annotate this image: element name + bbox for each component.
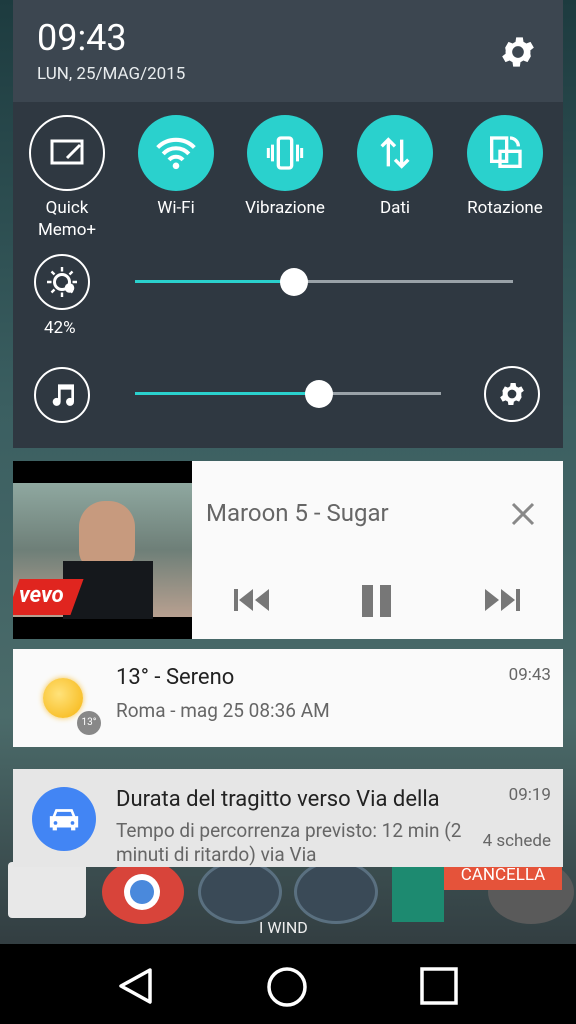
date: LUN, 25/MAG/2015 (37, 64, 186, 84)
tile-label: Quick Memo+ (37, 198, 97, 240)
traffic-body: Tempo di percorrenza previsto: 12 min (2… (116, 819, 462, 866)
tile-rotation[interactable]: Rotazione (450, 115, 560, 219)
play-store-icon[interactable] (8, 862, 86, 918)
back-icon[interactable] (116, 966, 156, 1010)
tile-label: Wi-Fi (157, 198, 195, 218)
song-title: Maroon 5 - Sugar (206, 499, 389, 527)
volume-slider-fill (135, 392, 319, 395)
pause-icon[interactable] (359, 583, 395, 623)
notification-count: 4 schede (482, 831, 551, 851)
temperature-badge: 13° (77, 711, 101, 735)
chrome-icon[interactable] (102, 860, 184, 924)
notification-time: 09:19 (508, 785, 551, 805)
sun-icon (43, 678, 83, 718)
tile-vibration[interactable]: Vibrazione (230, 115, 340, 219)
video-thumbnail: vevo (13, 461, 192, 639)
clock: 09:43 (37, 17, 127, 59)
weather-condition: 13° - Sereno (116, 665, 235, 690)
quickmemo-icon (29, 115, 105, 191)
maps-notification[interactable]: Durata del tragitto verso Via della Temp… (13, 769, 563, 867)
music-note-icon[interactable] (34, 367, 90, 423)
settings-gear-icon[interactable] (498, 32, 538, 72)
brightness-slider-knob[interactable] (280, 268, 308, 296)
home-icon[interactable] (266, 966, 308, 1012)
brightness-slider-fill (135, 280, 294, 283)
sound-settings-gear-icon[interactable] (484, 366, 540, 422)
weather-notification[interactable]: 13° 13° - Sereno Roma - mag 25 08:36 AM … (13, 649, 563, 747)
app-folder-icon[interactable] (198, 860, 282, 924)
tile-label: Dati (379, 198, 411, 218)
vevo-logo: vevo (19, 583, 64, 608)
weather-location-time: Roma - mag 25 08:36 AM (116, 699, 330, 722)
volume-slider-knob[interactable] (305, 380, 333, 408)
vibrate-icon (247, 115, 323, 191)
car-icon (32, 787, 96, 851)
tile-quickmemo[interactable]: Quick Memo+ (12, 115, 122, 241)
tile-label: Vibrazione (245, 198, 325, 218)
close-icon[interactable] (507, 498, 539, 530)
wifi-icon (138, 115, 214, 191)
social-folder-icon[interactable] (294, 860, 378, 924)
traffic-title: Durata del tragitto verso Via della (116, 787, 440, 812)
brightness-percent: 42% (44, 318, 76, 338)
recent-apps-icon[interactable] (420, 967, 458, 1009)
phone-app-icon[interactable] (392, 862, 444, 922)
rotation-icon (467, 115, 543, 191)
music-notification[interactable]: vevo Maroon 5 - Sugar (13, 461, 563, 639)
next-track-icon[interactable] (481, 585, 521, 619)
carrier-label: I WIND (259, 918, 308, 937)
previous-track-icon[interactable] (233, 585, 273, 619)
notification-time: 09:43 (508, 665, 551, 685)
brightness-auto-icon[interactable] (34, 254, 90, 310)
navigation-bar (0, 944, 576, 1024)
tile-data[interactable]: Dati (340, 115, 450, 219)
tile-label: Rotazione (467, 198, 543, 218)
tile-wifi[interactable]: Wi-Fi (121, 115, 231, 219)
data-transfer-icon (357, 115, 433, 191)
